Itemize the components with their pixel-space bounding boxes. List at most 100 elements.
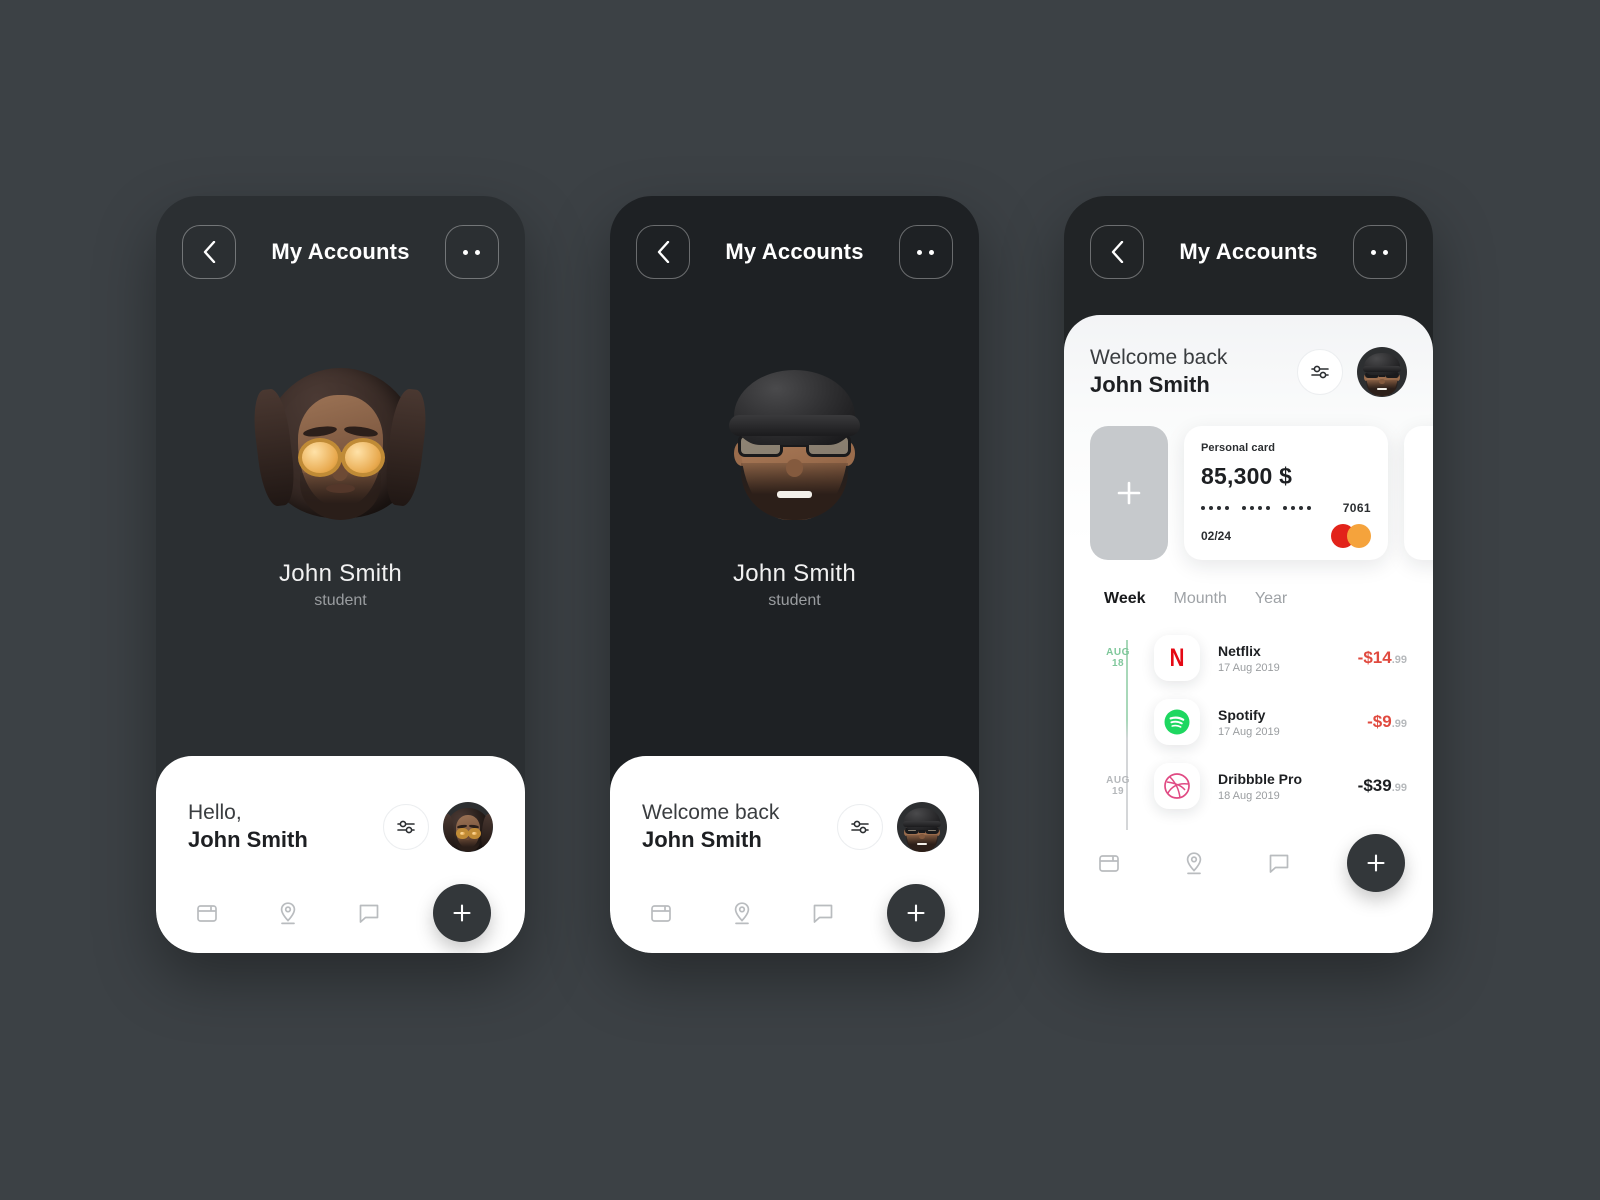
greeting-line-1: Welcome back	[1090, 346, 1228, 369]
nav-item-chat[interactable]	[1262, 846, 1296, 880]
greeting-actions	[1297, 346, 1407, 397]
page-title: My Accounts	[725, 239, 864, 264]
plus-icon	[907, 904, 925, 922]
tab-year[interactable]: Year	[1255, 590, 1287, 608]
date-badge: AUG 19	[1090, 775, 1146, 798]
date-badge: AUG 18	[1090, 647, 1146, 670]
bottom-nav	[1090, 834, 1407, 893]
bottom-sheet: Welcome back John Smith	[610, 756, 979, 953]
greeting-actions	[837, 801, 947, 852]
nav-item-wallet[interactable]	[1092, 846, 1126, 880]
card-balance: 85,300 $	[1201, 463, 1293, 490]
more-options-button[interactable]	[1352, 225, 1407, 279]
topbar: My Accounts	[1064, 196, 1433, 308]
transaction-amount: -$39.99	[1358, 776, 1407, 796]
avatar-small[interactable]	[443, 801, 493, 852]
nav-item-wallet[interactable]	[190, 896, 224, 930]
phone-screen-dashboard: My Accounts Welcome back John Smith Pers…	[1064, 196, 1433, 953]
add-card-button[interactable]	[1090, 426, 1168, 561]
chevron-left-icon	[657, 241, 669, 263]
chevron-left-icon	[203, 241, 215, 263]
transaction-info: Dribbble Pro 18 Aug 2019	[1218, 771, 1358, 802]
nav-item-location[interactable]	[271, 896, 305, 930]
add-button[interactable]	[433, 883, 491, 942]
profile-name: John Smith	[278, 560, 403, 587]
nav-item-chat[interactable]	[806, 896, 840, 930]
bank-card[interactable]: Personal card 85,300 $ 7061 02/24	[1184, 426, 1388, 561]
tab-week[interactable]: Week	[1104, 590, 1146, 608]
greeting-line-2: John Smith	[642, 827, 762, 853]
avatar	[252, 356, 430, 534]
nav-item-location[interactable]	[725, 896, 759, 930]
card-masked-number	[1201, 506, 1311, 511]
nav-item-wallet[interactable]	[644, 896, 678, 930]
tab-mounth[interactable]: Mounth	[1174, 590, 1227, 608]
back-button[interactable]	[1090, 225, 1144, 279]
period-segmented-control[interactable]: Week Mounth Year	[1090, 590, 1407, 608]
dribbble-icon	[1164, 773, 1190, 800]
profile-role: student	[768, 592, 821, 609]
chat-bubble-icon	[813, 904, 833, 923]
card-last4: 7061	[1342, 501, 1371, 516]
chat-bubble-icon	[359, 904, 379, 923]
back-button[interactable]	[636, 225, 690, 279]
avatar-small[interactable]	[1357, 346, 1407, 397]
bank-card-next[interactable]	[1404, 426, 1433, 561]
transaction-date: 17 Aug 2019	[1218, 661, 1280, 674]
dribbble-logo	[1154, 763, 1200, 810]
filter-button[interactable]	[1297, 348, 1343, 395]
wallet-icon	[197, 904, 217, 922]
nav-item-location[interactable]	[1177, 846, 1211, 880]
more-options-button[interactable]	[444, 225, 499, 279]
chevron-left-icon	[1111, 241, 1123, 263]
add-button[interactable]	[887, 883, 945, 942]
greeting: Welcome back John Smith	[642, 800, 779, 854]
transaction-list: AUG 18 N Netflix 17 Aug 2019 -$14.99 Spo…	[1090, 626, 1407, 831]
greeting-line-1: Hello,	[188, 801, 242, 824]
masked-group	[1201, 506, 1229, 511]
cards-carousel[interactable]: Personal card 85,300 $ 7061 02/24	[1090, 426, 1433, 561]
bottom-nav	[188, 883, 493, 942]
transaction-date: 17 Aug 2019	[1218, 725, 1280, 738]
location-pin-icon	[734, 902, 750, 924]
wallet-icon	[651, 904, 671, 922]
plus-icon	[1117, 481, 1141, 505]
card-number-row: 7061	[1201, 501, 1371, 515]
more-options-icon	[1371, 249, 1389, 255]
profile-role: student	[314, 592, 367, 609]
table-row[interactable]: AUG 18 N Netflix 17 Aug 2019 -$14.99	[1090, 626, 1407, 690]
topbar: My Accounts	[156, 196, 525, 308]
transaction-name: Spotify	[1218, 706, 1266, 723]
table-row[interactable]: Spotify 17 Aug 2019 -$9.99	[1090, 690, 1407, 754]
filter-sliders-icon	[851, 820, 869, 834]
more-options-button[interactable]	[898, 225, 953, 279]
table-row[interactable]: AUG 19 Dribbble Pro 18 Aug 2019 -$39.99	[1090, 754, 1407, 818]
transaction-name: Dribbble Pro	[1218, 770, 1303, 787]
card-expiry: 02/24	[1201, 529, 1232, 544]
amount-cents: .99	[1391, 782, 1407, 795]
mastercard-logo	[1331, 524, 1371, 549]
phone-screen-profile-beanie: My Accounts John Smith student Welcome b…	[610, 196, 979, 953]
avatar-small[interactable]	[897, 801, 947, 852]
transaction-date: 18 Aug 2019	[1218, 789, 1280, 802]
greeting-actions	[383, 801, 493, 852]
date-badge-day: 18	[1111, 658, 1125, 670]
greeting-line-1: Welcome back	[642, 801, 780, 824]
greeting-line-2: John Smith	[1090, 372, 1210, 398]
transaction-info: Spotify 17 Aug 2019	[1218, 707, 1367, 738]
nav-item-chat[interactable]	[352, 896, 386, 930]
add-button[interactable]	[1347, 834, 1405, 893]
transaction-amount: -$14.99	[1358, 648, 1407, 668]
filter-button[interactable]	[383, 803, 429, 850]
greeting: Hello, John Smith	[188, 800, 308, 854]
amount-main: -$9	[1367, 712, 1392, 732]
profile-name: John Smith	[732, 560, 857, 587]
spotify-icon	[1164, 709, 1190, 735]
greeting: Welcome back John Smith	[1090, 345, 1227, 398]
location-pin-icon	[1186, 852, 1202, 875]
transaction-info: Netflix 17 Aug 2019	[1218, 643, 1358, 674]
card-title: Personal card	[1201, 442, 1276, 455]
filter-button[interactable]	[837, 803, 883, 850]
back-button[interactable]	[182, 225, 236, 279]
card-footer: 02/24	[1201, 524, 1371, 549]
